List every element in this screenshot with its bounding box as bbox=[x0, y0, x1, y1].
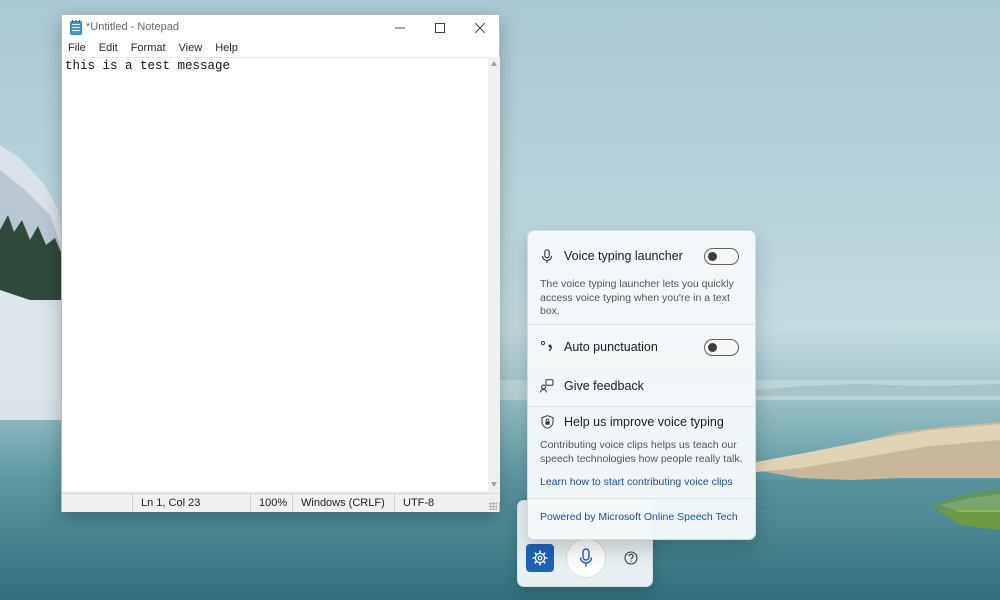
give-feedback-label: Give feedback bbox=[564, 379, 644, 393]
divider bbox=[528, 406, 755, 407]
menu-edit[interactable]: Edit bbox=[99, 41, 118, 57]
editor-content: this is a test message bbox=[65, 59, 231, 73]
status-position: Ln 1, Col 23 bbox=[132, 494, 250, 512]
improve-description: Contributing voice clips helps us teach … bbox=[540, 439, 743, 465]
feedback-icon bbox=[539, 378, 555, 394]
menu-file[interactable]: File bbox=[68, 41, 86, 57]
divider bbox=[528, 498, 755, 499]
microphone-button[interactable] bbox=[566, 538, 606, 578]
settings-button[interactable] bbox=[526, 544, 554, 572]
microphone-icon bbox=[579, 548, 593, 567]
learn-contributing-link[interactable]: Learn how to start contributing voice cl… bbox=[540, 476, 733, 488]
shield-lock-icon bbox=[539, 414, 555, 430]
launcher-description: The voice typing launcher lets you quick… bbox=[540, 278, 734, 317]
notepad-app-icon bbox=[70, 20, 82, 35]
toggle-knob bbox=[708, 343, 717, 352]
minimize-icon bbox=[395, 27, 405, 29]
menu-help[interactable]: Help bbox=[215, 41, 238, 57]
close-button[interactable] bbox=[460, 15, 500, 41]
toggle-knob bbox=[708, 252, 717, 261]
punctuation-icon bbox=[539, 339, 555, 355]
launcher-toggle[interactable] bbox=[704, 248, 739, 265]
gear-icon bbox=[532, 550, 548, 566]
punctuation-label: Auto punctuation bbox=[564, 340, 658, 354]
question-icon bbox=[624, 551, 638, 565]
voice-typing-settings-flyout: Voice typing launcher The voice typing l… bbox=[527, 230, 756, 540]
maximize-button[interactable] bbox=[420, 15, 460, 41]
vertical-scrollbar[interactable] bbox=[488, 57, 500, 491]
status-line-endings: Windows (CRLF) bbox=[292, 494, 394, 512]
help-button[interactable] bbox=[621, 548, 641, 568]
scroll-up-icon[interactable] bbox=[491, 61, 497, 66]
microphone-icon bbox=[539, 248, 555, 264]
close-icon bbox=[475, 23, 485, 33]
punctuation-toggle[interactable] bbox=[704, 339, 739, 356]
menu-view[interactable]: View bbox=[179, 41, 203, 57]
scroll-down-icon[interactable] bbox=[491, 482, 497, 487]
give-feedback-item[interactable]: Give feedback bbox=[528, 377, 755, 397]
status-zoom: 100% bbox=[250, 494, 292, 512]
divider bbox=[528, 324, 755, 325]
menu-format[interactable]: Format bbox=[131, 41, 166, 57]
notepad-titlebar[interactable]: *Untitled - Notepad bbox=[62, 15, 499, 41]
resize-grip[interactable] bbox=[489, 502, 497, 510]
text-editor[interactable]: this is a test message bbox=[62, 57, 488, 491]
status-bar: Ln 1, Col 23 100% Windows (CRLF) UTF-8 bbox=[62, 493, 499, 512]
improve-label: Help us improve voice typing bbox=[564, 415, 724, 429]
window-title: *Untitled - Notepad bbox=[86, 21, 179, 33]
minimize-button[interactable] bbox=[380, 15, 420, 41]
menu-bar: File Edit Format View Help bbox=[62, 41, 499, 57]
maximize-icon bbox=[435, 23, 445, 33]
notepad-window: *Untitled - Notepad File Edit Format Vie… bbox=[61, 14, 500, 512]
powered-by-link[interactable]: Powered by Microsoft Online Speech Tech bbox=[540, 511, 738, 523]
launcher-label: Voice typing launcher bbox=[564, 249, 683, 263]
status-encoding: UTF-8 bbox=[394, 494, 489, 512]
